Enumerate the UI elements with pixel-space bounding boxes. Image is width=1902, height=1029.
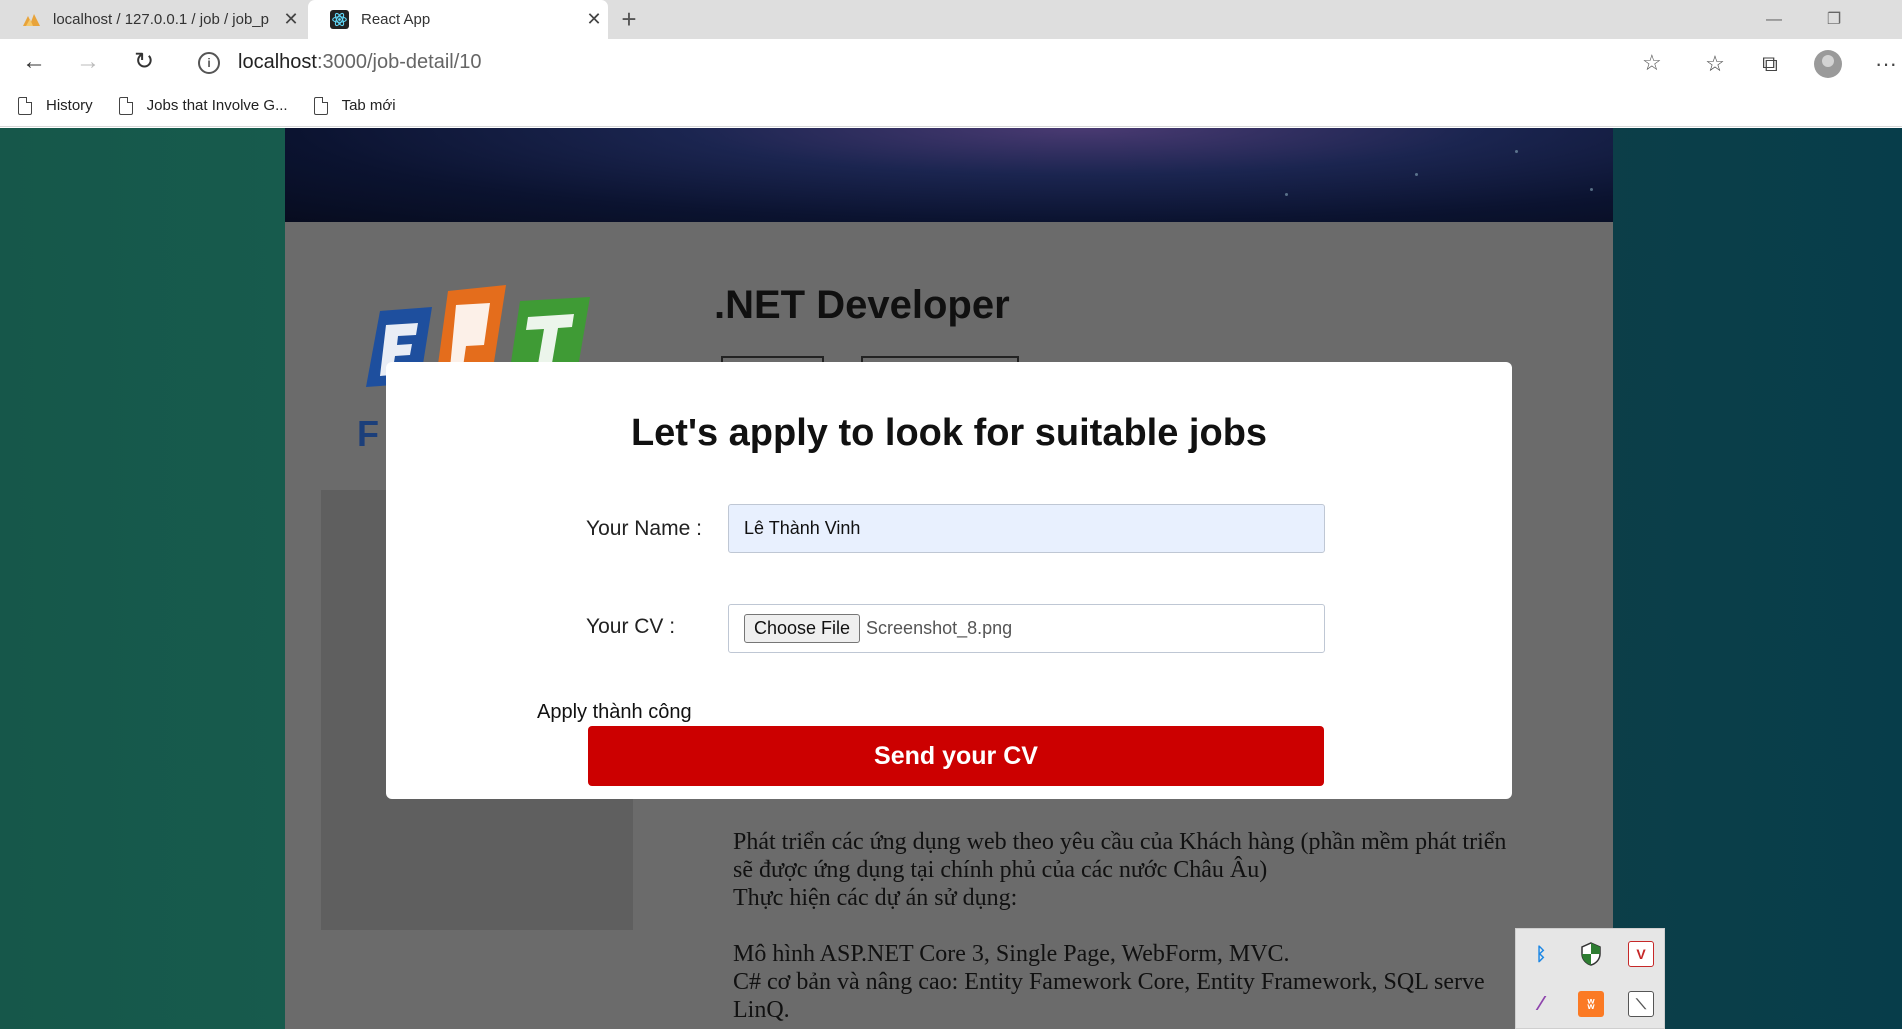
description-line: Mô hình ASP.NET Core 3, Single Page, Web… (733, 941, 1290, 967)
info-icon[interactable]: i (198, 51, 220, 74)
more-options-icon[interactable]: ··· (1868, 46, 1902, 82)
bookmark-label: History (46, 97, 93, 114)
name-input[interactable] (728, 504, 1325, 553)
security-shield-icon[interactable] (1578, 941, 1604, 967)
description-line (733, 912, 1603, 940)
bluetooth-icon[interactable]: ᛒ (1528, 941, 1554, 967)
xampp-icon[interactable]: ʬ (1578, 991, 1604, 1017)
bookmark-jobs[interactable]: Jobs that Involve G... (118, 96, 288, 115)
bookmark-star-icon[interactable]: ☆ (1642, 50, 1662, 76)
cv-label: Your CV : (586, 615, 676, 638)
description-line: sẽ được ứng dụng tại chính phủ của các n… (733, 857, 1268, 883)
browser-tab-phpmyadmin[interactable]: localhost / 127.0.0.1 / job / job_p ✕ (0, 0, 305, 39)
description-line: Thực hiện các dự án sử dụng: (733, 885, 1018, 911)
restore-window-icon[interactable]: ❐ (1812, 6, 1856, 34)
page-icon (18, 96, 32, 115)
profile-avatar[interactable] (1814, 50, 1842, 78)
reload-icon[interactable]: ↻ (126, 44, 162, 80)
bookmark-history[interactable]: History (18, 96, 93, 115)
company-name: F (357, 413, 379, 454)
description-line: Phát triển các ứng dụng web theo yêu cầu… (733, 829, 1507, 855)
tab-title: localhost / 127.0.0.1 / job / job_p (53, 11, 269, 28)
pen-icon[interactable]: ⁄ (1528, 991, 1554, 1017)
close-tab-icon[interactable]: ✕ (277, 9, 305, 30)
status-message: Apply thành công (537, 701, 692, 723)
app-icon[interactable]: ⟍ (1628, 991, 1654, 1017)
antivirus-v-icon[interactable]: V (1628, 941, 1654, 967)
address-bar[interactable]: i localhost:3000/job-detail/10 (180, 44, 1680, 81)
tab-title: React App (361, 11, 431, 28)
new-tab-icon[interactable]: + (614, 4, 644, 34)
back-icon[interactable]: ← (16, 44, 52, 80)
close-tab-icon[interactable]: ✕ (580, 9, 608, 30)
bookmarks-bar: History Jobs that Involve G... Tab mới (0, 85, 1902, 127)
name-label: Your Name : (586, 517, 702, 540)
system-tray-popup: ᛒ V ⁄ ʬ ⟍ (1515, 928, 1665, 1029)
job-description: Phát triển các ứng dụng web theo yêu cầu… (733, 828, 1603, 1024)
forward-icon[interactable]: → (70, 44, 106, 80)
bookmark-label: Tab mới (341, 97, 396, 114)
collections-icon[interactable]: ⧉ (1752, 46, 1788, 82)
phpmyadmin-icon (22, 10, 41, 29)
job-title: .NET Developer (714, 283, 1010, 327)
choose-file-button[interactable]: Choose File (744, 614, 861, 643)
description-line: LinQ. (733, 997, 790, 1023)
description-line: C# cơ bản và nâng cao: Entity Famework C… (733, 969, 1485, 995)
apply-modal: Let's apply to look for suitable jobs Yo… (386, 362, 1512, 799)
modal-title: Let's apply to look for suitable jobs (630, 412, 1268, 454)
selected-file-name: Screenshot_8.png (866, 618, 1013, 638)
page-icon (118, 96, 133, 115)
header-banner (285, 128, 1613, 222)
bookmark-new-tab[interactable]: Tab mới (313, 96, 396, 115)
browser-tab-react-app[interactable]: React App ✕ (308, 0, 608, 39)
send-cv-button[interactable]: Send your CV (588, 726, 1324, 786)
bookmark-label: Jobs that Involve G... (146, 97, 288, 114)
cv-file-input[interactable]: Choose File Screenshot_8.png (728, 604, 1325, 653)
react-icon (330, 10, 349, 29)
page-icon (313, 96, 328, 115)
minimize-window-icon[interactable]: — (1752, 6, 1796, 34)
favorites-icon[interactable]: ☆ (1697, 46, 1733, 82)
url-text[interactable]: localhost:3000/job-detail/10 (238, 51, 482, 74)
